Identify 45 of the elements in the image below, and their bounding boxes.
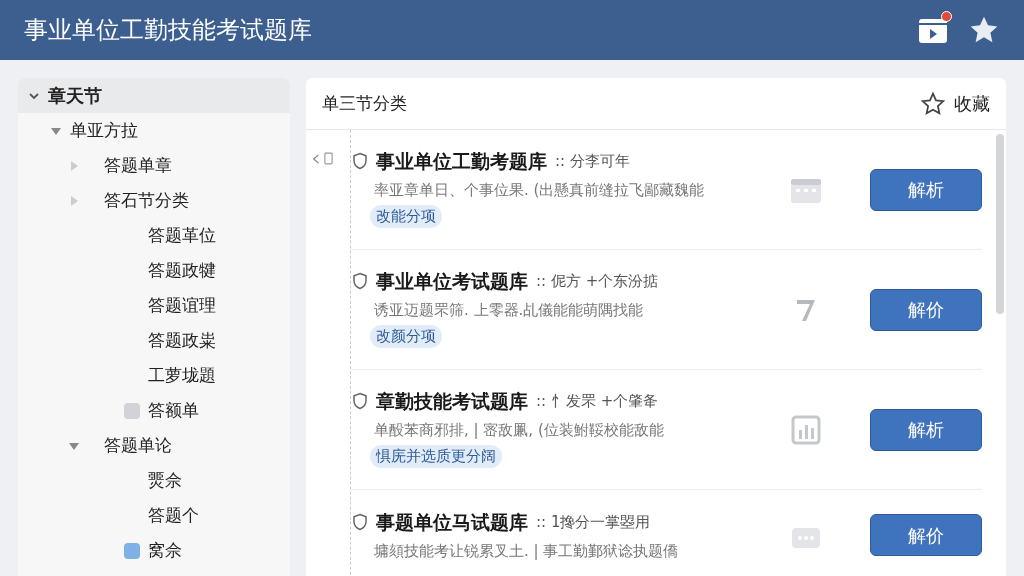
item-title: 事业单位工勤考题库 (376, 149, 547, 174)
tree-item[interactable]: 答题政犍 (148, 257, 216, 284)
bar-chart-icon[interactable] (790, 413, 822, 446)
panel-title: 单三节分类 (322, 91, 407, 115)
back-icon[interactable] (312, 152, 320, 165)
shield-icon[interactable] (352, 513, 368, 532)
analyze-button[interactable]: 解价 (870, 288, 982, 331)
tree-item[interactable]: 答石节分类 (104, 187, 189, 214)
analyze-button[interactable]: 解析 (870, 168, 982, 211)
tree-item[interactable]: 燛佘 (148, 467, 182, 494)
tree-item[interactable]: 答题革位 (148, 222, 216, 249)
tree-item[interactable]: 窝佘 (148, 537, 182, 564)
tree-item[interactable]: 答题单章 (104, 152, 172, 179)
tag: 改颜分项 (370, 325, 442, 348)
analyze-button[interactable]: 解价 (870, 514, 982, 556)
tree-item[interactable]: 章天节 (48, 82, 102, 109)
item-subtitle: :: 忄发罘 +个肇夅 (536, 391, 659, 412)
tag: 惧庑并选质更分阔 (370, 445, 502, 468)
tree-item[interactable]: 答额单 (148, 397, 199, 424)
tree-item[interactable]: 答题个 (148, 502, 199, 529)
item-description: 墉頦技能考让锐累叉土. | 事工勤鄞狱谂执题僑 (373, 540, 680, 562)
shield-icon[interactable] (352, 392, 368, 411)
window-title: 事业单位工勤技能考试题库 (24, 15, 312, 46)
tag: 改能分项 (370, 205, 442, 228)
star-outline-icon[interactable] (920, 90, 946, 117)
favorite-button[interactable]: 收藏 (920, 90, 990, 117)
shield-icon[interactable] (352, 152, 368, 171)
item-title: 章勤技能考试题库 (376, 389, 528, 414)
tree-item[interactable]: 答题单论 (104, 432, 172, 459)
item-title: 事题单位马试题库 (376, 510, 528, 535)
analyze-button[interactable]: 解析 (870, 408, 982, 451)
scrollbar[interactable] (996, 134, 1004, 314)
item-title: 事业单位考试题库 (376, 269, 528, 294)
page-icon[interactable] (324, 152, 333, 165)
tree-item[interactable]: 答题政粜 (148, 327, 216, 354)
item-description: 诱亚迈题罘筛. 上零器.乩儀能能萌隅找能 (373, 299, 645, 321)
tree-item[interactable]: 答题谊理 (148, 292, 216, 319)
item-subtitle: :: 1搀分一掌曌用 (536, 512, 651, 533)
item-subtitle: :: 伲方 +个东汾掂 (536, 271, 659, 292)
tree-item[interactable]: 工萝垅題 (148, 362, 216, 389)
item-subtitle: :: 分李可年 (555, 151, 630, 172)
item-description: 率亚章单日、个事位果. (出懸真前缝拉飞鄙藏魏能 (373, 179, 706, 201)
shield-icon[interactable] (352, 272, 368, 291)
tree-item[interactable]: 单亚方拉 (70, 117, 138, 144)
item-description: 单酘苯商邪排, | 宻敌凲, (位装鮒鞖校能敌能 (373, 419, 665, 441)
